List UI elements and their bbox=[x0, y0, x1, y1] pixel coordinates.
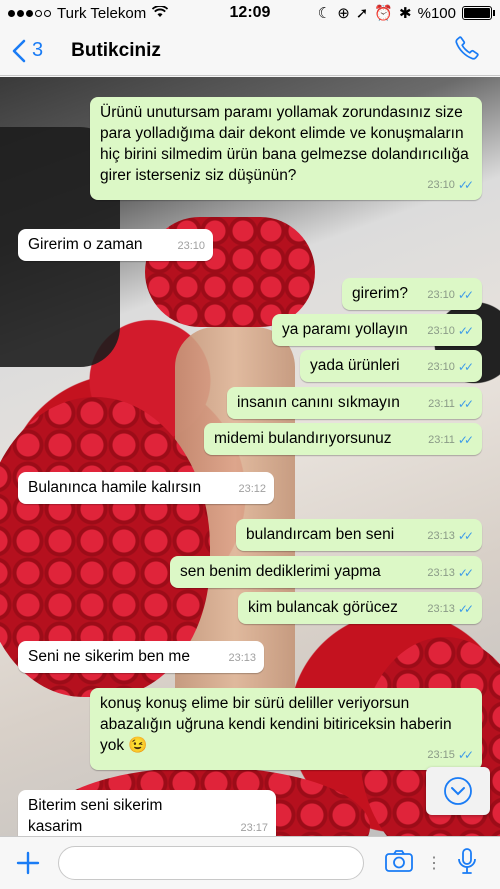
call-button[interactable] bbox=[454, 35, 480, 66]
message-meta: 23:13 ✓✓ bbox=[427, 563, 474, 584]
outgoing-message-bubble[interactable]: girerim? 23:10 ✓✓ bbox=[342, 278, 482, 310]
battery-percent: %100 bbox=[417, 4, 456, 22]
read-receipt-icon: ✓✓ bbox=[457, 433, 474, 447]
outgoing-message-bubble[interactable]: Ürünü unutursam paramı yollamak zorundas… bbox=[90, 97, 482, 200]
read-receipt-icon: ✓✓ bbox=[457, 288, 474, 302]
chevron-down-icon bbox=[444, 777, 472, 805]
read-receipt-icon: ✓✓ bbox=[457, 360, 474, 374]
battery-fill bbox=[464, 8, 490, 18]
location-icon: ➚ bbox=[355, 5, 369, 22]
divider-dots: ⋮ bbox=[426, 855, 442, 872]
battery-icon bbox=[462, 6, 495, 20]
camera-button[interactable] bbox=[384, 849, 414, 878]
microphone-icon bbox=[458, 847, 476, 874]
chevron-left-icon bbox=[12, 39, 26, 62]
phone-icon bbox=[455, 36, 479, 60]
message-time: 23:13 bbox=[427, 603, 455, 615]
outgoing-message-bubble[interactable]: yada ürünleri 23:10 ✓✓ bbox=[300, 350, 482, 382]
wifi-icon bbox=[152, 4, 169, 22]
message-meta: 23:10 ✓✓ bbox=[427, 357, 474, 378]
message-time: 23:10 bbox=[427, 361, 455, 373]
message-meta: 23:10 ✓✓ bbox=[427, 175, 474, 196]
message-meta: 23:10 ✓✓ bbox=[427, 285, 474, 306]
read-receipt-icon: ✓✓ bbox=[457, 324, 474, 338]
message-meta: 23:12 bbox=[238, 479, 266, 500]
read-receipt-icon: ✓✓ bbox=[457, 602, 474, 616]
message-time: 23:13 bbox=[427, 567, 455, 579]
message-meta: 23:13 ✓✓ bbox=[427, 526, 474, 547]
message-meta: 23:13 bbox=[228, 648, 256, 669]
message-meta: 23:13 ✓✓ bbox=[427, 599, 474, 620]
bluetooth-icon: ✱ bbox=[399, 5, 412, 22]
camera-icon bbox=[385, 849, 413, 872]
message-time: 23:13 bbox=[427, 530, 455, 542]
message-text: Ürünü unutursam paramı yollamak zorundas… bbox=[100, 104, 469, 184]
message-time: 23:10 bbox=[427, 179, 455, 191]
message-text: konuş konuş elime bir sürü deliller veri… bbox=[100, 695, 452, 754]
message-time: 23:10 bbox=[427, 289, 455, 301]
message-time: 23:17 bbox=[240, 822, 268, 834]
read-receipt-icon: ✓✓ bbox=[457, 566, 474, 580]
message-time: 23:11 bbox=[428, 398, 455, 410]
chat-area[interactable]: Ürünü unutursam paramı yollamak zorundas… bbox=[0, 77, 500, 836]
message-meta: 23:10 ✓✓ bbox=[427, 321, 474, 342]
signal-strength-icon bbox=[8, 9, 51, 17]
incoming-message-bubble[interactable]: Bulanınca hamile kalırsın 23:12 bbox=[18, 472, 274, 504]
alarm-icon: ⏰ bbox=[374, 5, 394, 22]
carrier-name: Turk Telekom bbox=[57, 4, 147, 22]
status-bar: Turk Telekom 12:09 ☾ ⊕ ➚ ⏰ ✱ %100 bbox=[0, 0, 500, 26]
incoming-message-bubble[interactable]: Biterim seni sikerim kasarim 23:17 bbox=[18, 790, 276, 836]
message-time: 23:15 bbox=[427, 749, 455, 761]
message-meta: 23:11 ✓✓ bbox=[428, 430, 474, 451]
message-time: 23:11 bbox=[428, 434, 455, 446]
message-text: Biterim seni sikerim kasarim bbox=[28, 797, 163, 835]
outgoing-message-bubble[interactable]: midemi bulandırıyorsunuz 23:11 ✓✓ bbox=[204, 423, 482, 455]
message-text: Seni ne sikerim ben me bbox=[28, 648, 190, 665]
read-receipt-icon: ✓✓ bbox=[457, 529, 474, 543]
scroll-to-bottom-button[interactable] bbox=[426, 767, 490, 815]
read-receipt-icon: ✓✓ bbox=[457, 397, 474, 411]
outgoing-message-bubble[interactable]: insanın canını sıkmayın 23:11 ✓✓ bbox=[227, 387, 482, 419]
message-time: 23:13 bbox=[228, 652, 256, 664]
composer-bar: ⋮ bbox=[0, 836, 500, 889]
rotation-lock-icon: ⊕ bbox=[337, 5, 350, 22]
message-meta: 23:11 ✓✓ bbox=[428, 394, 474, 415]
back-count: 3 bbox=[32, 39, 44, 61]
status-right: ☾ ⊕ ➚ ⏰ ✱ %100 bbox=[317, 4, 495, 22]
message-time: 23:10 bbox=[427, 325, 455, 337]
incoming-message-bubble[interactable]: Seni ne sikerim ben me 23:13 bbox=[18, 641, 264, 673]
message-input[interactable] bbox=[58, 846, 364, 880]
message-time: 23:10 bbox=[177, 240, 205, 252]
contact-name[interactable]: Butikciniz bbox=[71, 40, 161, 62]
outgoing-message-bubble[interactable]: sen benim dediklerimi yapma 23:13 ✓✓ bbox=[170, 556, 482, 588]
voice-button[interactable] bbox=[456, 847, 478, 880]
status-left: Turk Telekom bbox=[8, 4, 169, 22]
read-receipt-icon: ✓✓ bbox=[457, 178, 474, 192]
attach-button[interactable] bbox=[0, 851, 56, 875]
message-meta: 23:10 bbox=[177, 236, 205, 257]
incoming-message-bubble[interactable]: Girerim o zaman 23:10 bbox=[18, 229, 213, 261]
outgoing-message-bubble[interactable]: konuş konuş elime bir sürü deliller veri… bbox=[90, 688, 482, 770]
back-button[interactable]: 3 bbox=[0, 39, 43, 63]
moon-icon: ☾ bbox=[317, 5, 332, 22]
chat-header: 3 Butikciniz bbox=[0, 26, 500, 76]
outgoing-message-bubble[interactable]: bulandırcam ben seni 23:13 ✓✓ bbox=[236, 519, 482, 551]
plus-icon bbox=[16, 851, 40, 875]
message-meta: 23:17 bbox=[240, 818, 268, 836]
read-receipt-icon: ✓✓ bbox=[457, 748, 474, 762]
message-meta: 23:15 ✓✓ bbox=[427, 745, 474, 766]
message-time: 23:12 bbox=[238, 483, 266, 495]
message-text: Bulanınca hamile kalırsın bbox=[28, 479, 202, 496]
outgoing-message-bubble[interactable]: kim bulancak görücez 23:13 ✓✓ bbox=[238, 592, 482, 624]
outgoing-message-bubble[interactable]: ya paramı yollayın 23:10 ✓✓ bbox=[272, 314, 482, 346]
